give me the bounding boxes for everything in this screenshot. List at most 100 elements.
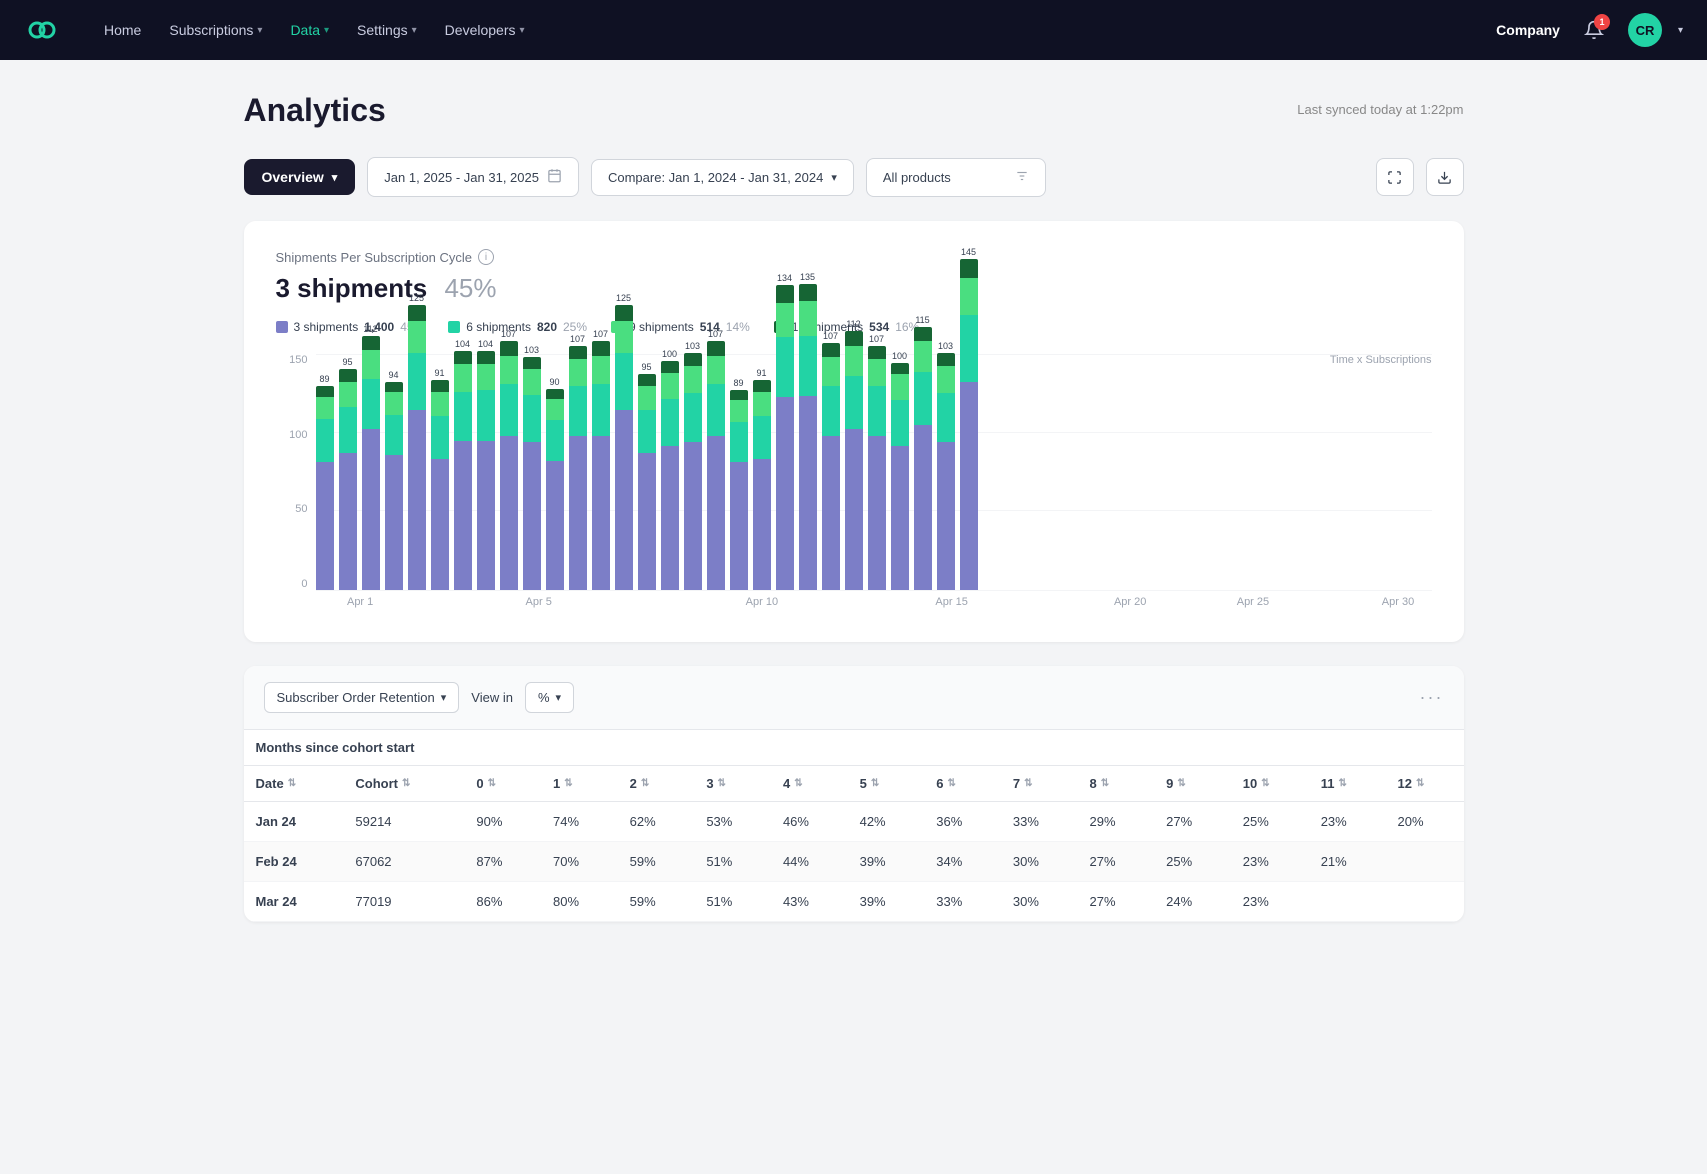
bar-segment: [592, 341, 610, 355]
selector-chevron-icon: ▾: [441, 691, 447, 704]
nav-developers[interactable]: Developers ▾: [433, 14, 537, 46]
bar-value-label: 100: [892, 351, 907, 361]
x-axis-label: Apr 15: [935, 596, 967, 608]
table-cell: 59%: [618, 842, 695, 882]
sync-status: Last synced today at 1:22pm: [1297, 102, 1463, 117]
bar-segment: [937, 366, 955, 393]
bar-segment: [684, 442, 702, 590]
bar-value-label: 135: [800, 272, 815, 282]
date-range-picker[interactable]: Jan 1, 2025 - Jan 31, 2025: [367, 157, 579, 197]
nav-settings[interactable]: Settings ▾: [345, 14, 429, 46]
bar-group: 91: [753, 380, 771, 590]
bar-segment: [868, 346, 886, 359]
bar-segment: [868, 386, 886, 436]
y-axis-tick: 100: [276, 429, 308, 441]
developers-chevron-icon: ▾: [520, 25, 525, 36]
chart-info-icon[interactable]: i: [478, 249, 494, 265]
table-cell: 29%: [1078, 802, 1155, 842]
bar-segment: [730, 422, 748, 462]
bar-segment: [385, 382, 403, 392]
bar-segment: [569, 386, 587, 436]
y-axis-tick: 0: [276, 578, 308, 590]
expand-button[interactable]: [1376, 158, 1414, 196]
table-cell: 36%: [924, 802, 1001, 842]
overview-button[interactable]: Overview ▾: [244, 159, 356, 195]
bar-value-label: 91: [756, 368, 766, 378]
bar-segment: [592, 436, 610, 590]
x-axis-label: Apr 25: [1237, 596, 1269, 608]
table-cell: 24%: [1154, 882, 1231, 922]
download-button[interactable]: [1426, 158, 1464, 196]
notifications-button[interactable]: 1: [1576, 12, 1612, 48]
stacked-bar: 95: [339, 369, 357, 590]
table-cell: 39%: [848, 842, 925, 882]
bar-segment: [615, 410, 633, 590]
table-header-date: Date⇅: [244, 766, 344, 802]
bar-segment: [822, 343, 840, 357]
stacked-bar: 90: [546, 389, 564, 590]
stacked-bar: 125: [615, 305, 633, 590]
bar-group: 112: [845, 331, 863, 590]
bar-segment: [615, 353, 633, 411]
retention-table-section: Subscriber Order Retention ▾ View in % ▾…: [244, 666, 1464, 922]
bar-group: 90: [546, 389, 564, 590]
table-cell: 67062: [343, 842, 464, 882]
bar-segment: [845, 331, 863, 345]
x-axis-label: Apr 10: [746, 596, 778, 608]
bar-value-label: 112: [363, 324, 377, 334]
bar-value-label: 125: [616, 293, 631, 303]
stacked-bar: 134: [776, 285, 794, 590]
bar-segment: [753, 380, 771, 392]
bar-segment: [730, 462, 748, 590]
bar-segment: [408, 353, 426, 411]
bar-value-label: 95: [342, 357, 352, 367]
bar-segment: [937, 442, 955, 590]
avatar-chevron-icon[interactable]: ▾: [1678, 25, 1683, 36]
x-axis: Apr 1Apr 5Apr 10Apr 15Apr 20Apr 25Apr 30: [316, 590, 1432, 614]
table-cell: 25%: [1154, 842, 1231, 882]
bar-segment: [546, 399, 564, 421]
avatar[interactable]: CR: [1628, 13, 1662, 47]
bar-group: 103: [684, 353, 702, 590]
bar-group: 94: [385, 382, 403, 590]
nav-home[interactable]: Home: [92, 14, 153, 46]
bar-segment: [707, 384, 725, 436]
compare-picker[interactable]: Compare: Jan 1, 2024 - Jan 31, 2024 ▾: [591, 159, 854, 196]
bar-segment: [339, 407, 357, 453]
nav-data[interactable]: Data ▾: [278, 14, 341, 46]
bar-value-label: 103: [524, 345, 539, 355]
table-header-12: 12⇅: [1386, 766, 1464, 802]
bar-segment: [914, 372, 932, 425]
bar-segment: [799, 336, 817, 396]
bar-segment: [523, 369, 541, 395]
more-options-button[interactable]: ···: [1420, 687, 1444, 708]
table-header-2: 2⇅: [618, 766, 695, 802]
bar-segment: [431, 392, 449, 416]
x-axis-label: Apr 5: [526, 596, 552, 608]
table-row: Mar 247701986%80%59%51%43%39%33%30%27%24…: [244, 882, 1464, 922]
nav-subscriptions[interactable]: Subscriptions ▾: [157, 14, 274, 46]
table-cell: [1386, 842, 1464, 882]
toolbar: Overview ▾ Jan 1, 2025 - Jan 31, 2025 Co…: [244, 157, 1464, 197]
bar-segment: [891, 374, 909, 400]
retention-selector[interactable]: Subscriber Order Retention ▾: [264, 682, 460, 713]
bar-segment: [661, 446, 679, 590]
months-header: Months since cohort start: [244, 730, 1464, 766]
shipments-chart-card: Shipments Per Subscription Cycle i 3 shi…: [244, 221, 1464, 642]
stacked-bar: 103: [684, 353, 702, 590]
bar-group: 107: [500, 341, 518, 590]
y-axis: 150100500: [276, 354, 308, 614]
bar-value-label: 104: [478, 339, 493, 349]
table-header-cohort: Cohort⇅: [343, 766, 464, 802]
logo[interactable]: [24, 12, 60, 48]
stacked-bar: 107: [500, 341, 518, 590]
view-in-selector[interactable]: % ▾: [525, 682, 574, 713]
bar-value-label: 107: [593, 329, 608, 339]
bar-segment: [730, 400, 748, 422]
bar-segment: [316, 397, 334, 419]
table-cell: [1309, 882, 1386, 922]
bar-group: 89: [730, 390, 748, 590]
bar-segment: [753, 459, 771, 590]
bar-value-label: 107: [708, 329, 723, 339]
products-filter[interactable]: All products: [866, 158, 1046, 197]
